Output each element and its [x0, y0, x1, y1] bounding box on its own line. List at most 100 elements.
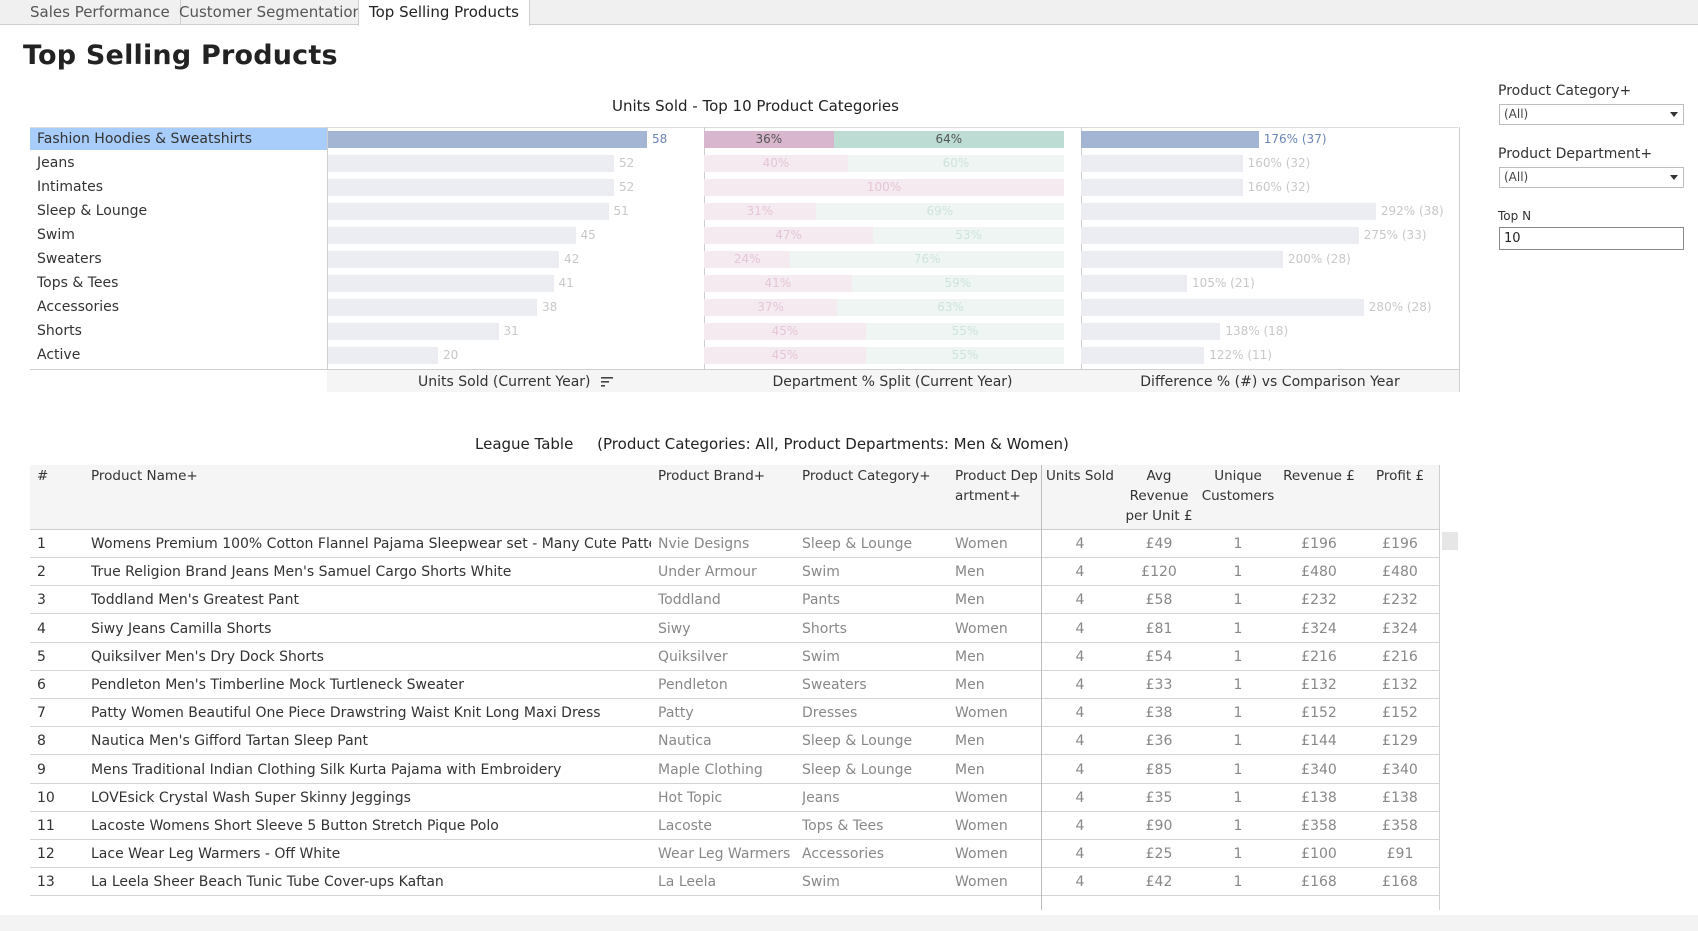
chart-divider — [1459, 127, 1460, 392]
col-header-unique-line1: Unique — [1214, 468, 1262, 484]
cell-brand: Lacoste — [658, 818, 713, 834]
category-label[interactable]: Sweaters — [30, 248, 327, 270]
cell-unique-customers: 1 — [1233, 592, 1243, 609]
category-label[interactable]: Accessories — [30, 296, 327, 318]
cell-profit: £129 — [1382, 733, 1418, 750]
cell-revenue: £216 — [1301, 648, 1337, 665]
col-header-units[interactable]: Units Sold — [1041, 466, 1119, 486]
filter-label-department: Product Department+ — [1498, 146, 1653, 162]
col-header-category[interactable]: Product Category+ — [802, 466, 931, 486]
cell-revenue: £132 — [1301, 677, 1337, 693]
table-scrollbar[interactable] — [1442, 532, 1458, 550]
category-label[interactable]: Intimates — [30, 176, 327, 198]
cell-department: Men — [955, 564, 985, 581]
men-split-segment: 63% — [837, 299, 1064, 316]
women-split-segment: 41% — [704, 275, 852, 292]
units-value-label: 38 — [542, 300, 558, 314]
cell-avg-revenue: £49 — [1145, 536, 1173, 552]
cell-units: 4 — [1075, 705, 1085, 722]
category-label[interactable]: Swim — [30, 224, 327, 246]
cell-category: Accessories — [802, 846, 885, 863]
col-header-revenue[interactable]: Revenue £ — [1277, 466, 1361, 486]
cell-department: Men — [955, 733, 985, 750]
department-dropdown[interactable]: (All) — [1499, 167, 1684, 188]
cell-revenue: £168 — [1301, 874, 1337, 891]
cell-department: Women — [955, 818, 1008, 834]
difference-bar — [1081, 155, 1243, 172]
category-label[interactable]: Sleep & Lounge — [30, 200, 327, 222]
sort-icon[interactable] — [600, 377, 613, 387]
cell-avg-revenue: £33 — [1145, 677, 1173, 693]
tab-top-selling-products[interactable]: Top Selling Products — [358, 0, 530, 26]
cell-units: 4 — [1075, 677, 1085, 693]
col-header-profit[interactable]: Profit £ — [1361, 466, 1439, 486]
cell-revenue: £138 — [1301, 789, 1337, 806]
cell-brand: La Leela — [658, 874, 717, 891]
cell-profit: £232 — [1382, 592, 1418, 609]
men-split-segment: 60% — [848, 155, 1064, 172]
cell-product-name: Toddland Men's Greatest Pant — [91, 592, 299, 609]
col-header-unique-customers[interactable]: Unique Customers — [1199, 466, 1277, 506]
tab-sales-performance[interactable]: Sales Performance — [20, 0, 181, 25]
cell-category: Swim — [802, 648, 840, 665]
cell-brand: Pendleton — [658, 677, 728, 693]
women-split-segment: 45% — [704, 347, 866, 364]
units-bar — [328, 179, 614, 196]
cell-brand: Maple Clothing — [658, 761, 763, 778]
col-header-brand[interactable]: Product Brand+ — [658, 466, 765, 486]
axis-label-units[interactable]: Units Sold (Current Year) — [327, 374, 704, 390]
cell-units: 4 — [1075, 818, 1085, 834]
axis-label-units-text: Units Sold (Current Year) — [418, 374, 591, 390]
difference-value-label: 280% (28) — [1368, 300, 1432, 314]
col-header-num[interactable]: # — [37, 466, 48, 486]
cell-department: Women — [955, 846, 1008, 863]
cell-category: Jeans — [802, 789, 840, 806]
cell-brand: Under Armour — [658, 564, 757, 581]
league-table-title: League Table (Product Categories: All, P… — [475, 435, 1069, 453]
units-value-label: 31 — [503, 324, 519, 338]
difference-bar — [1081, 179, 1243, 196]
cell-avg-revenue: £38 — [1145, 705, 1173, 722]
category-label[interactable]: Shorts — [30, 320, 327, 342]
cell-revenue: £358 — [1301, 818, 1337, 834]
cell-avg-revenue: £58 — [1145, 592, 1173, 609]
category-label[interactable]: Tops & Tees — [30, 272, 327, 294]
tab-customer-segmentation[interactable]: Customer Segmentation — [169, 0, 374, 25]
women-split-segment: 47% — [704, 227, 874, 244]
difference-bar — [1081, 299, 1364, 316]
category-dropdown[interactable]: (All) — [1499, 104, 1684, 125]
difference-bar — [1081, 347, 1205, 364]
cell-profit: £196 — [1382, 536, 1418, 552]
cell-revenue: £144 — [1301, 733, 1337, 750]
topn-input[interactable]: 10 — [1499, 227, 1684, 250]
col-header-avg-revenue[interactable]: Avg Revenue per Unit £ — [1119, 466, 1199, 526]
cell-unique-customers: 1 — [1233, 564, 1243, 581]
cell-revenue: £340 — [1301, 761, 1337, 778]
cell-rank: 12 — [37, 846, 55, 863]
cell-units: 4 — [1075, 761, 1085, 778]
cell-avg-revenue: £42 — [1145, 874, 1173, 891]
units-bar — [328, 251, 559, 268]
men-split-segment: 76% — [790, 251, 1064, 268]
cell-product-name: True Religion Brand Jeans Men's Samuel C… — [91, 564, 512, 581]
col-header-product-name[interactable]: Product Name+ — [91, 466, 198, 486]
cell-profit: £152 — [1382, 705, 1418, 722]
men-split-segment: 64% — [833, 131, 1064, 148]
cell-category: Pants — [802, 592, 841, 609]
cell-product-name: Womens Premium 100% Cotton Flannel Pajam… — [91, 536, 651, 552]
category-label[interactable]: Jeans — [30, 152, 327, 174]
units-value-label: 42 — [564, 252, 580, 266]
cell-rank: 1 — [37, 536, 46, 552]
women-split-segment: 37% — [704, 299, 838, 316]
units-bar — [328, 275, 554, 292]
cell-units: 4 — [1075, 536, 1085, 552]
cell-department: Women — [955, 789, 1008, 806]
col-header-department[interactable]: Product Dep artment+ — [955, 466, 1038, 506]
col-header-department-line2: artment+ — [955, 488, 1021, 504]
category-label[interactable]: Active — [30, 344, 327, 366]
axis-label-split: Department % Split (Current Year) — [772, 374, 1013, 390]
category-label[interactable]: Fashion Hoodies & Sweatshirts — [30, 128, 327, 150]
cell-category: Dresses — [802, 705, 858, 722]
cell-rank: 2 — [37, 564, 46, 581]
units-value-label: 20 — [443, 348, 459, 362]
